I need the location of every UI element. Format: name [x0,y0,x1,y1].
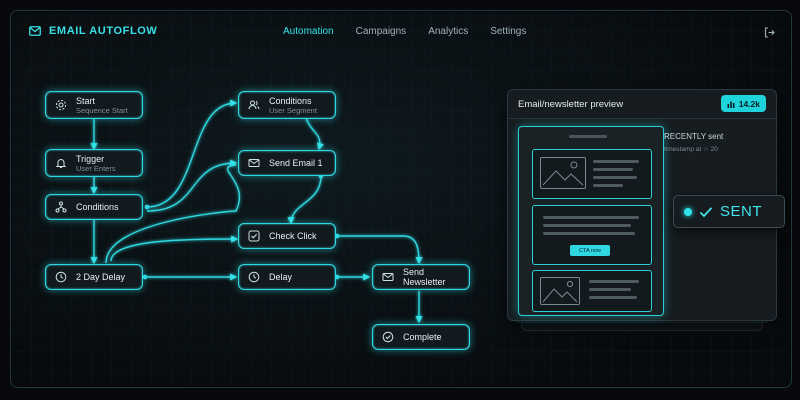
mail-icon [382,271,394,283]
gear-icon [55,99,67,111]
node-start[interactable]: Start Sequence Start [45,91,143,119]
node-title: Send Email 1 [269,158,323,168]
check-circle-icon [382,331,394,343]
sent-label: SENT [720,203,763,220]
node-subtitle: User Enters [76,163,116,173]
node-title: Start [76,95,96,106]
node-subtitle: User Segment [269,105,317,115]
panel-title: Email/newsletter preview [518,99,624,110]
node-title: 2 Day Delay [76,272,126,282]
node-title: Check Click [269,231,317,241]
send-count: 14.2k [738,98,760,109]
sent-status-card: SENT [673,195,785,228]
node-complete[interactable]: Complete [372,324,470,350]
node-conditions-left[interactable]: Conditions [45,194,143,220]
check-square-icon [248,230,260,242]
node-title: Conditions [269,95,312,106]
cta-button[interactable]: CTA now [570,245,610,256]
recently-sent-label: RECENTLY sent [664,132,724,141]
image-icon [540,277,580,305]
status-dot [684,207,692,216]
wire-checkclick-delay [110,235,239,262]
wire-top-email [305,117,324,151]
node-subtitle: Sequence Start [76,105,128,115]
users-icon [248,99,260,111]
mail-icon [248,157,260,169]
node-conditions-segment[interactable]: Conditions User Segment [238,91,336,119]
node-title: Trigger [76,153,105,164]
mock-image-block [532,149,652,199]
mock-text-block: CTA now [532,205,652,265]
app-window: EMAIL AUTOFLOW Automation Campaigns Anal… [10,10,792,388]
checkmark-icon [699,206,713,217]
clock-icon [248,271,260,283]
node-2-day-delay[interactable]: 2 Day Delay [45,264,143,290]
mock-image-block [532,270,652,312]
wire-check-newsletter [338,235,423,265]
image-icon [540,157,586,189]
node-check-click[interactable]: Check Click [238,223,336,249]
node-send-newsletter[interactable]: Send Newsletter [372,264,470,290]
node-send-email-1[interactable]: Send Email 1 [238,150,336,176]
node-title: Complete [403,332,442,342]
send-count-badge: 14.2k [720,95,766,112]
mock-header-bar [569,135,607,138]
bar-chart-icon [727,101,735,108]
bell-icon [55,157,67,169]
node-title: Send Newsletter [403,267,446,287]
node-trigger[interactable]: Trigger User Enters [45,149,143,177]
wire-email-check [287,175,322,225]
clock-icon [55,271,67,283]
node-title: Conditions [76,202,119,212]
node-delay[interactable]: Delay [238,264,336,290]
email-mockup: CTA now [518,126,664,316]
branch-icon [55,201,67,213]
timestamp-label: timestamp at ☆ 20 [664,146,718,153]
node-title: Delay [269,272,293,282]
wire-conditions-top [146,99,238,208]
panel-header: Email/newsletter preview 14.2k [508,90,776,119]
